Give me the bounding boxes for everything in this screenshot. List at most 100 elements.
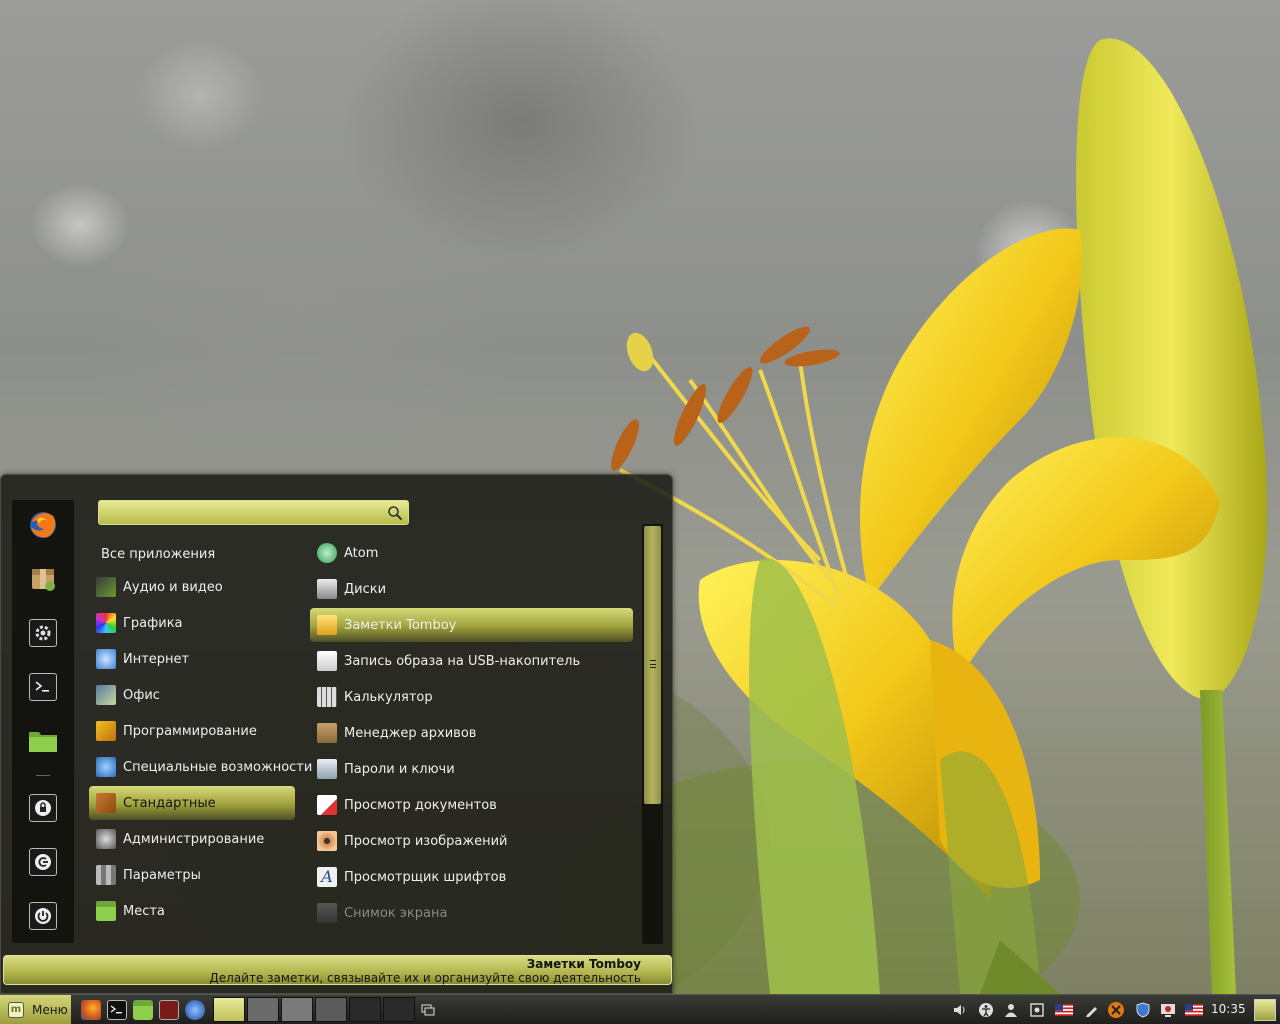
category-office[interactable]: Офис (89, 678, 295, 712)
app-description-title: Заметки Tomboy (526, 957, 641, 971)
window-list-icon[interactable] (419, 1001, 437, 1019)
internet-icon (96, 649, 116, 669)
favorite-system-settings[interactable] (26, 616, 60, 650)
category-accessibility[interactable]: Специальные возможности (89, 750, 312, 784)
workspace-1[interactable] (213, 997, 245, 1022)
category-label: Специальные возможности (123, 759, 313, 775)
category-administration[interactable]: Администрирование (89, 822, 295, 856)
passwords-keys-icon (317, 759, 337, 779)
workspace-3[interactable] (281, 997, 313, 1022)
app-list-scrollbar[interactable] (642, 524, 663, 944)
taskbar-terminal-icon[interactable] (107, 1000, 127, 1020)
app-font-viewer[interactable]: A Просмотрщик шрифтов (310, 860, 633, 894)
logout-icon (29, 848, 57, 876)
taskbar-firefox-icon[interactable] (81, 1000, 101, 1020)
user-icon[interactable] (1002, 1001, 1020, 1019)
taskbar-files-folder-icon[interactable] (133, 1000, 153, 1020)
app-label: Запись образа на USB-накопитель (344, 653, 581, 669)
app-label: Диски (344, 581, 387, 597)
app-archive-manager[interactable]: Менеджер архивов (310, 716, 633, 750)
software-manager-icon (32, 569, 55, 591)
search-field[interactable] (98, 500, 409, 525)
disks-icon (317, 579, 337, 599)
firefox-icon (30, 512, 56, 538)
accessories-icon (96, 793, 116, 813)
app-label: Калькулятор (344, 689, 433, 705)
system-settings-icon (29, 619, 57, 647)
clock[interactable]: 10:35 (1211, 1002, 1246, 1016)
image-viewer-icon (317, 831, 337, 851)
app-disks[interactable]: Диски (310, 572, 633, 606)
calculator-icon (317, 687, 337, 707)
app-passwords-keys[interactable]: Пароли и ключи (310, 752, 633, 786)
category-accessories[interactable]: Стандартные (89, 786, 295, 820)
workspace-5[interactable] (349, 997, 381, 1022)
category-internet[interactable]: Интернет (89, 642, 295, 676)
category-label: Интернет (123, 651, 190, 667)
mint-logo-icon: m (8, 1001, 24, 1018)
show-desktop-button[interactable] (1254, 999, 1276, 1021)
workspace-4[interactable] (315, 997, 347, 1022)
category-label: Стандартные (123, 795, 216, 811)
app-label: Atom (344, 545, 379, 561)
menu-button-label: Меню (32, 1002, 68, 1017)
taskbar-mail-icon[interactable] (159, 1000, 179, 1020)
category-label: Программирование (123, 723, 257, 739)
usb-image-writer-icon (317, 651, 337, 671)
favorite-files[interactable] (26, 724, 60, 758)
administration-icon (96, 829, 116, 849)
pencil-icon[interactable] (1083, 1001, 1101, 1019)
accessibility-icon (96, 757, 116, 777)
workspace-2[interactable] (247, 997, 279, 1022)
app-usb-image-writer[interactable]: Запись образа на USB-накопитель (310, 644, 633, 678)
favorites-sidebar (12, 500, 74, 943)
category-label: Офис (123, 687, 160, 703)
category-all-applications[interactable]: Все приложения (89, 537, 295, 571)
app-document-viewer[interactable]: Просмотр документов (310, 788, 633, 822)
scrollbar-grip-icon (650, 660, 656, 668)
app-description-text: Делайте заметки, связывайте их и организ… (209, 971, 641, 985)
favorite-terminal[interactable] (26, 670, 60, 704)
font-viewer-icon: A (317, 867, 337, 887)
app-tomboy-notes[interactable]: Заметки Tomboy (310, 608, 633, 642)
keyboard-layout-flag-icon[interactable] (1185, 1001, 1203, 1019)
app-label: Просмотр документов (344, 797, 497, 813)
favorite-shutdown[interactable] (26, 899, 60, 933)
us-flag-icon[interactable] (1055, 1001, 1073, 1019)
taskbar-browser-globe-icon[interactable] (185, 1000, 205, 1020)
app-label: Заметки Tomboy (344, 617, 457, 633)
notes-icon[interactable] (1028, 1001, 1046, 1019)
category-label: Графика (123, 615, 183, 631)
shield-icon[interactable] (1134, 1001, 1152, 1019)
lock-screen-icon (29, 794, 57, 822)
menu-button[interactable]: m Меню (0, 995, 71, 1024)
favorite-lock-screen[interactable] (26, 791, 60, 825)
search-input[interactable] (99, 501, 408, 524)
category-places[interactable]: Места (89, 894, 295, 928)
app-calculator[interactable]: Калькулятор (310, 680, 633, 714)
accessibility-tray-icon[interactable] (977, 1001, 995, 1019)
category-audio-video[interactable]: Аудио и видео (89, 570, 295, 604)
app-screenshot[interactable]: Снимок экрана (310, 896, 633, 930)
update-warning-icon[interactable] (1107, 1001, 1125, 1019)
app-atom[interactable]: Atom (310, 536, 633, 570)
network-icon[interactable] (1159, 1001, 1177, 1019)
category-programming[interactable]: Программирование (89, 714, 295, 748)
files-folder-icon (29, 732, 57, 752)
favorite-software-manager[interactable] (26, 562, 60, 596)
search-icon[interactable] (387, 505, 403, 521)
terminal-icon (29, 673, 57, 701)
category-graphics[interactable]: Графика (89, 606, 295, 640)
volume-icon[interactable] (951, 1001, 969, 1019)
tomboy-notes-icon (317, 615, 337, 635)
favorite-logout[interactable] (26, 845, 60, 879)
graphics-icon (96, 613, 116, 633)
category-preferences[interactable]: Параметры (89, 858, 295, 892)
scrollbar-thumb[interactable] (644, 526, 661, 804)
workspace-6[interactable] (383, 997, 415, 1022)
favorite-firefox[interactable] (26, 508, 60, 542)
app-image-viewer[interactable]: Просмотр изображений (310, 824, 633, 858)
app-label: Пароли и ключи (344, 761, 455, 777)
app-label: Менеджер архивов (344, 725, 477, 741)
atom-icon (317, 543, 337, 563)
